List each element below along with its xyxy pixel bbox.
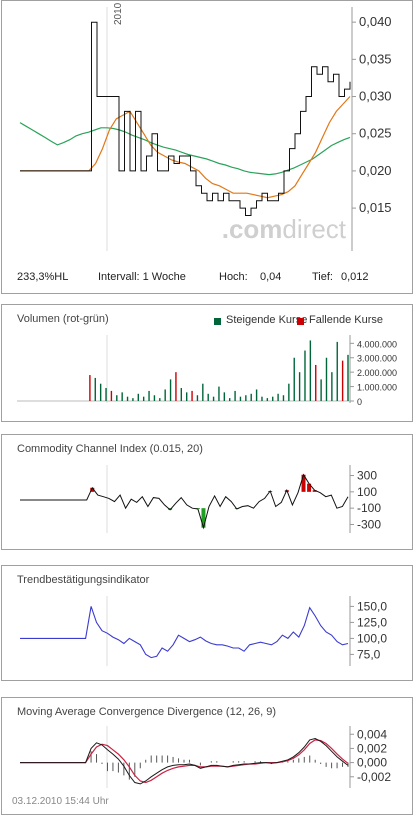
y-tick-label: 125,0 [357, 615, 387, 629]
y-tick-label: 0,025 [359, 126, 392, 141]
cci-line [20, 473, 349, 530]
perf-label: 233,3%HL [17, 271, 69, 283]
watermark: .comdirect [222, 214, 347, 244]
y-tick-label: 0,002 [357, 741, 387, 755]
y-tick-label: 0,015 [359, 200, 392, 215]
y-tick-label: 0,040 [359, 14, 392, 29]
y-tick-label: 75,0 [357, 647, 381, 661]
y-tick-label: -300 [357, 517, 381, 531]
volume-panel: Volumen (rot-grün) Steigende Kurse Falle… [1, 304, 413, 422]
y-tick-label: 0,035 [359, 51, 392, 66]
price-panel: 0,040 0,035 0,030 0,025 0,020 0,015 .comdirec… [1, 0, 413, 294]
y-tick-label: 1.000.000 [357, 383, 397, 393]
y-tick-label: 0 [357, 397, 362, 407]
trend-panel: Trendbestätigungsindikator 150,0 125,0 100… [1, 565, 413, 681]
trend-line [20, 606, 349, 659]
y-tick-label: 0,020 [359, 163, 392, 178]
cci-panel: Commodity Channel Index (0.015, 20) 300 1… [1, 434, 413, 550]
year-label: 2010 [113, 2, 124, 25]
interval-label: Intervall: 1 Woche [98, 271, 186, 283]
y-tick-label: 2.000.000 [357, 368, 397, 378]
high-label: Hoch: [219, 271, 248, 283]
y-tick-label: 100 [357, 485, 377, 499]
price-chart: 0,040 0,035 0,030 0,025 0,020 0,015 .comdirec… [19, 2, 392, 251]
low-label: Tief: [312, 271, 333, 283]
y-tick-label: 0,000 [357, 756, 387, 770]
y-tick-label: 100,0 [357, 631, 387, 645]
y-tick-label: 0,030 [359, 89, 392, 104]
price-line [20, 21, 351, 216]
y-tick-label: 300 [357, 469, 377, 483]
timestamp: 03.12.2010 15:44 Uhr [12, 796, 109, 807]
y-tick-label: 4.000.000 [357, 339, 397, 349]
y-tick-label: -100 [357, 501, 381, 515]
high-value: 0,04 [260, 271, 282, 283]
y-tick-label: 150,0 [357, 599, 387, 613]
y-tick-label: 3.000.000 [357, 354, 397, 364]
volume-chart: 4.000.000 3.000.000 2.000.000 1.000.000 0 [17, 335, 397, 407]
cci-chart: 300 100 -100 -300 [20, 465, 381, 533]
y-tick-label: -0,002 [357, 770, 391, 784]
trend-chart: 150,0 125,0 100,0 75,0 [20, 596, 387, 666]
low-value: 0,012 [341, 271, 369, 283]
y-tick-label: 0,004 [357, 727, 387, 741]
